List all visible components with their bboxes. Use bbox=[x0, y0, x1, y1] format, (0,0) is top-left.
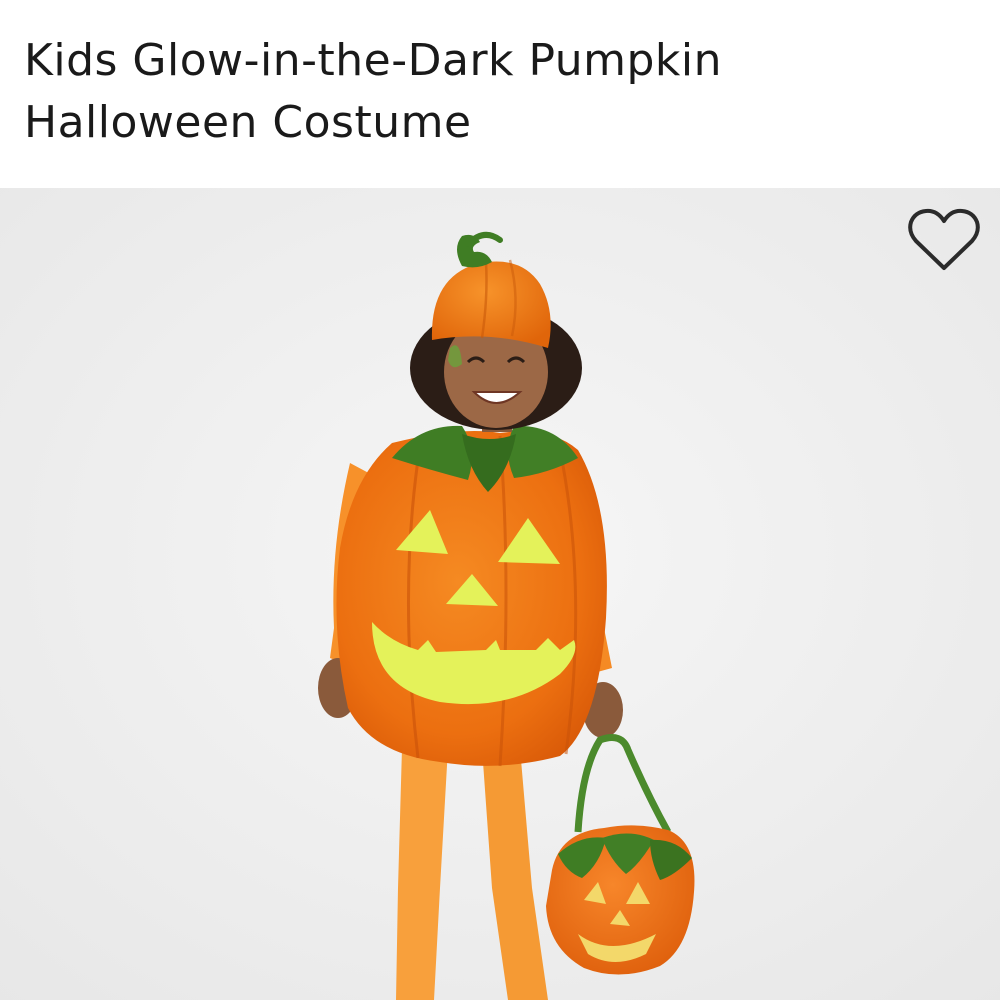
product-image[interactable] bbox=[0, 188, 1000, 1000]
product-page: Kids Glow-in-the-Dark Pumpkin Halloween … bbox=[0, 0, 1000, 1000]
costume-photo bbox=[0, 188, 1000, 1000]
heart-outline-icon bbox=[908, 208, 980, 270]
product-title: Kids Glow-in-the-Dark Pumpkin Halloween … bbox=[24, 35, 723, 148]
favorite-button[interactable] bbox=[906, 208, 982, 274]
